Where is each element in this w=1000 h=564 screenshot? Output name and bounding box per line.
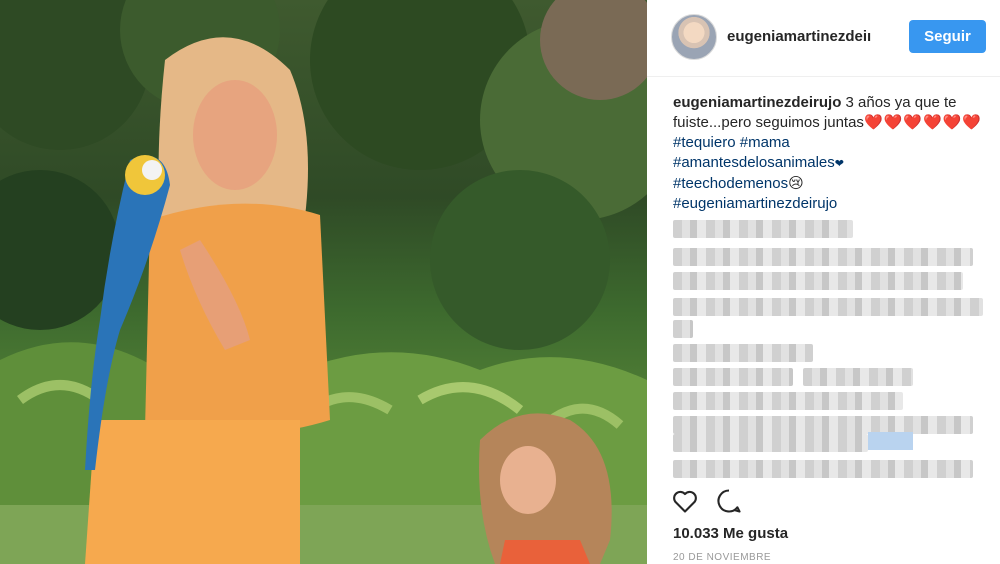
hashtag-amantesdelosanimales[interactable]: #amantesdelosanimales [673, 154, 835, 171]
blurred-comment-line [673, 298, 983, 316]
blurred-comment-line [673, 248, 973, 266]
blurred-comment-line [673, 416, 973, 434]
hashtag-eugeniamartinezdeirujo[interactable]: #eugeniamartinezdeirujo [673, 195, 837, 212]
photo-illustration [0, 0, 647, 564]
blurred-comment-line [673, 220, 853, 238]
caption-username[interactable]: eugeniamartinezdeirujo [673, 94, 841, 111]
blurred-comment-line [673, 344, 813, 362]
crying-emoji-icon: 😢 [788, 175, 804, 192]
blurred-comment-line [673, 272, 963, 290]
caption-hearts: ❤️❤️❤️❤️❤️❤️ [863, 114, 982, 131]
post-caption: eugeniamartinezdeirujo 3 años ya que te … [673, 93, 988, 214]
blurred-mention [868, 432, 913, 450]
like-count[interactable]: 10.033 Me gusta [673, 525, 788, 542]
blurred-comment-line [673, 460, 973, 478]
blurred-comment-line [673, 320, 693, 338]
post-header: eugeniamartinezdeiı Seguir [647, 0, 1000, 77]
blurred-comment-line [673, 434, 868, 452]
speech-bubble-icon[interactable] [715, 487, 743, 515]
blurred-comment-line [803, 368, 913, 386]
post-side-panel: eugeniamartinezdeiı Seguir eugeniamartin… [647, 0, 1000, 564]
instagram-post-embed: eugeniamartinezdeiı Seguir eugeniamartin… [0, 0, 1000, 564]
header-username[interactable]: eugeniamartinezdeiı [727, 28, 887, 45]
blurred-comments [673, 220, 993, 485]
heart-outline-icon[interactable] [671, 487, 699, 515]
avatar[interactable] [671, 14, 717, 60]
post-photo[interactable] [0, 0, 647, 564]
post-date: 20 DE NOVIEMBRE [673, 552, 772, 563]
hashtag-tequiero[interactable]: #tequiero [673, 134, 736, 151]
hashtag-teechodemenos[interactable]: #teechodemenos [673, 175, 788, 192]
follow-button[interactable]: Seguir [909, 20, 986, 53]
blurred-comment-line [673, 392, 903, 410]
post-actions [671, 487, 971, 517]
blurred-comment-line [673, 368, 793, 386]
small-heart-icon: ❤ [834, 158, 844, 170]
hashtag-mama[interactable]: #mama [740, 134, 790, 151]
